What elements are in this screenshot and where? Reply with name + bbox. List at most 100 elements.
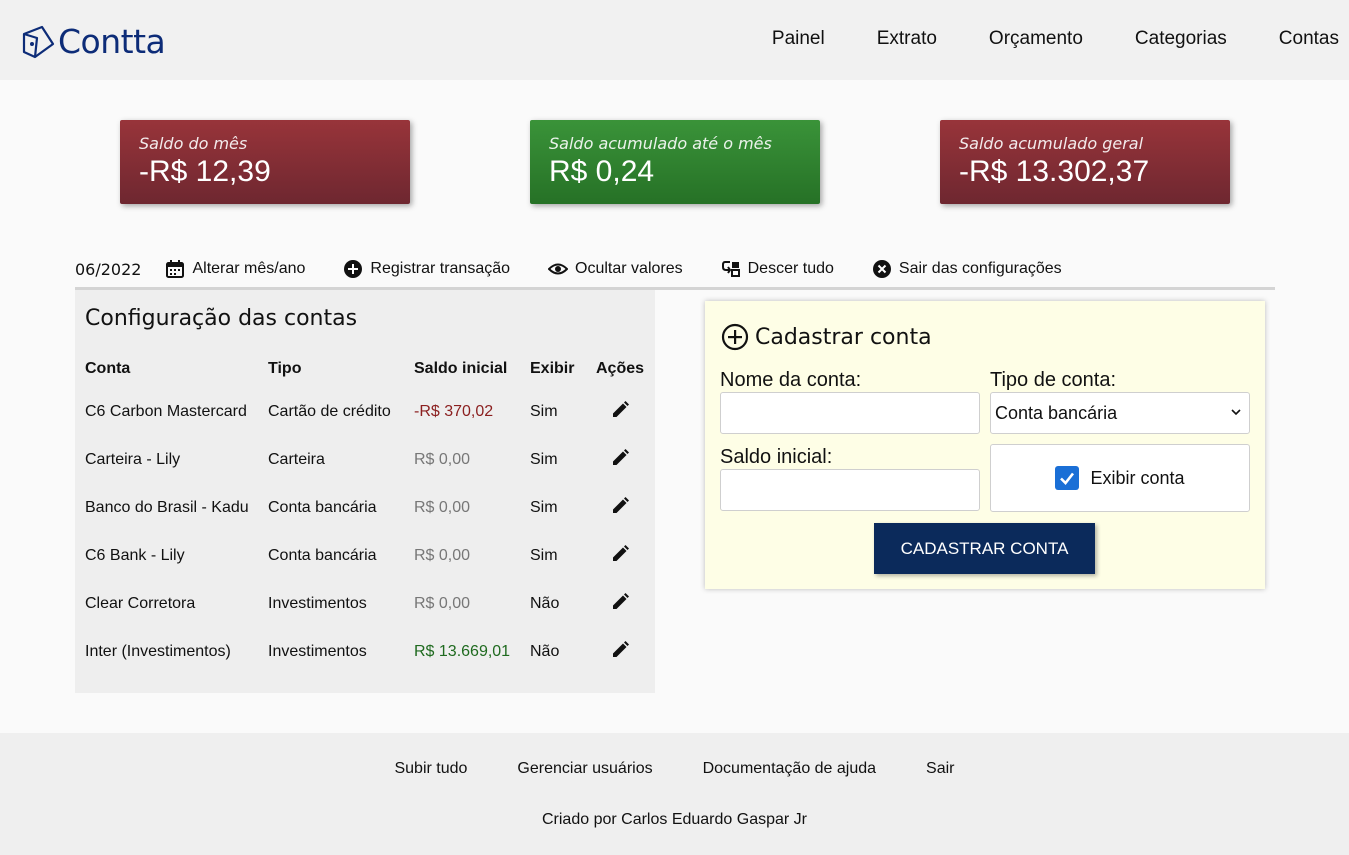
card-month-balance: Saldo do mês -R$ 12,39 — [120, 120, 410, 204]
nav-item-categorias[interactable]: Categorias — [1135, 28, 1227, 50]
initial-balance-input[interactable] — [720, 469, 980, 511]
checkmark-icon — [1060, 472, 1075, 485]
footer-link-help-docs[interactable]: Documentação de ajuda — [703, 760, 876, 778]
table-row: C6 Bank - Lily Conta bancária R$ 0,00 Si… — [85, 532, 645, 580]
card-value: -R$ 12,39 — [139, 155, 271, 188]
card-value: -R$ 13.302,37 — [959, 155, 1150, 188]
account-type: Investimentos — [268, 595, 367, 612]
col-header-acoes: Ações — [595, 360, 645, 377]
account-type: Carteira — [268, 451, 325, 468]
col-header-exibir: Exibir — [530, 360, 575, 377]
toolbar: 06/2022 Alterar mês/ano Registrar transa… — [75, 250, 1275, 290]
show-account-checkbox[interactable] — [1055, 466, 1080, 490]
hide-values-label: Ocultar valores — [575, 259, 683, 277]
header: Contta Painel Extrato Orçamento Categori… — [0, 0, 1349, 80]
plus-circle-icon — [344, 259, 363, 278]
chevron-down-icon — [1231, 409, 1241, 416]
account-type: Cartão de crédito — [268, 403, 391, 420]
logo-text: Contta — [58, 22, 166, 61]
edit-account-button[interactable] — [595, 436, 645, 484]
wallet-icon — [22, 25, 55, 58]
pencil-icon — [613, 592, 629, 609]
card-label: Saldo do mês — [139, 134, 248, 153]
table-row: Banco do Brasil - Kadu Conta bancária R$… — [85, 484, 645, 532]
show-account-label: Exibir conta — [1090, 467, 1185, 488]
account-name: Carteira - Lily — [85, 451, 181, 468]
account-balance: R$ 0,00 — [414, 451, 471, 468]
account-show: Sim — [530, 451, 558, 468]
footer-link-manage-users[interactable]: Gerenciar usuários — [517, 760, 652, 778]
edit-account-button[interactable] — [595, 532, 645, 580]
account-name: C6 Bank - Lily — [85, 547, 185, 564]
nav-item-contas[interactable]: Contas — [1279, 28, 1339, 50]
scroll-down-icon — [721, 260, 740, 277]
table-row: C6 Carbon Mastercard Cartão de crédito -… — [85, 388, 645, 436]
nav-item-orcamento[interactable]: Orçamento — [989, 28, 1083, 50]
account-balance: R$ 13.669,01 — [414, 643, 511, 660]
plus-circle-outline-icon — [721, 323, 749, 351]
form-title-label: Cadastrar conta — [755, 324, 932, 350]
table-header-row: Conta Tipo Saldo inicial Exibir Ações — [85, 350, 645, 388]
scroll-down-button[interactable]: Descer tudo — [721, 259, 834, 279]
edit-account-button[interactable] — [595, 628, 645, 676]
account-show: Sim — [530, 403, 558, 420]
account-type-label: Tipo de conta: — [990, 369, 1117, 391]
account-type: Conta bancária — [268, 499, 377, 516]
eye-icon — [548, 263, 569, 274]
register-transaction-button[interactable]: Registrar transação — [343, 259, 510, 279]
panel-title: Configuração das contas — [85, 306, 358, 331]
card-value: R$ 0,24 — [549, 155, 655, 188]
account-show: Não — [530, 595, 560, 612]
register-transaction-label: Registrar transação — [370, 259, 511, 277]
accounts-panel: Configuração das contas Conta Tipo Saldo… — [75, 290, 655, 693]
account-show: Não — [530, 643, 560, 660]
account-balance: R$ 0,00 — [414, 595, 471, 612]
table-row: Clear Corretora Investimentos R$ 0,00 Nã… — [85, 580, 645, 628]
nav-item-extrato[interactable]: Extrato — [877, 28, 937, 50]
hide-values-button[interactable]: Ocultar valores — [548, 259, 683, 279]
close-circle-icon — [872, 259, 891, 278]
col-header-saldo: Saldo inicial — [414, 360, 508, 377]
account-name-label: Nome da conta: — [720, 369, 862, 391]
main-nav: Painel Extrato Orçamento Categorias Cont… — [720, 28, 1339, 50]
card-accumulated-total: Saldo acumulado geral -R$ 13.302,37 — [940, 120, 1230, 204]
submit-account-button[interactable]: CADASTRAR CONTA — [874, 523, 1095, 574]
nav-item-painel[interactable]: Painel — [772, 28, 825, 50]
scroll-down-label: Descer tudo — [747, 259, 834, 277]
footer: Subir tudo Gerenciar usuários Documentaç… — [0, 733, 1349, 855]
edit-account-button[interactable] — [595, 484, 645, 532]
exit-settings-label: Sair das configurações — [898, 259, 1062, 277]
account-balance: R$ 0,00 — [414, 547, 471, 564]
card-label: Saldo acumulado até o mês — [549, 134, 772, 153]
initial-balance-label: Saldo inicial: — [720, 446, 833, 468]
pencil-icon — [613, 496, 629, 513]
card-label: Saldo acumulado geral — [959, 134, 1144, 153]
exit-settings-button[interactable]: Sair das configurações — [872, 259, 1062, 279]
pencil-icon — [613, 400, 629, 417]
account-show: Sim — [530, 547, 558, 564]
logo[interactable]: Contta — [20, 22, 166, 61]
footer-links: Subir tudo Gerenciar usuários Documentaç… — [0, 760, 1349, 778]
edit-account-button[interactable] — [595, 580, 645, 628]
account-name: Clear Corretora — [85, 595, 196, 612]
account-name: Inter (Investimentos) — [85, 643, 231, 660]
account-type-select[interactable]: Conta bancária — [990, 392, 1250, 434]
change-period-button[interactable]: Alterar mês/ano — [165, 259, 305, 279]
calendar-icon — [166, 259, 185, 278]
account-balance: -R$ 370,02 — [414, 403, 494, 420]
pencil-icon — [613, 544, 629, 561]
footer-link-logout[interactable]: Sair — [926, 760, 954, 778]
account-show: Sim — [530, 499, 558, 516]
account-type: Conta bancária — [268, 547, 377, 564]
pencil-icon — [613, 448, 629, 465]
table-row: Inter (Investimentos) Investimentos R$ 1… — [85, 628, 645, 676]
show-account-toggle[interactable]: Exibir conta — [990, 444, 1250, 512]
change-period-label: Alterar mês/ano — [192, 259, 306, 277]
current-period: 06/2022 — [75, 260, 142, 279]
accounts-table: Conta Tipo Saldo inicial Exibir Ações C6… — [85, 350, 645, 676]
footer-link-scroll-up[interactable]: Subir tudo — [394, 760, 467, 778]
new-account-form: Cadastrar conta Nome da conta: Tipo de c… — [705, 301, 1265, 589]
edit-account-button[interactable] — [595, 388, 645, 436]
form-title: Cadastrar conta — [721, 323, 932, 351]
account-name-input[interactable] — [720, 392, 980, 434]
